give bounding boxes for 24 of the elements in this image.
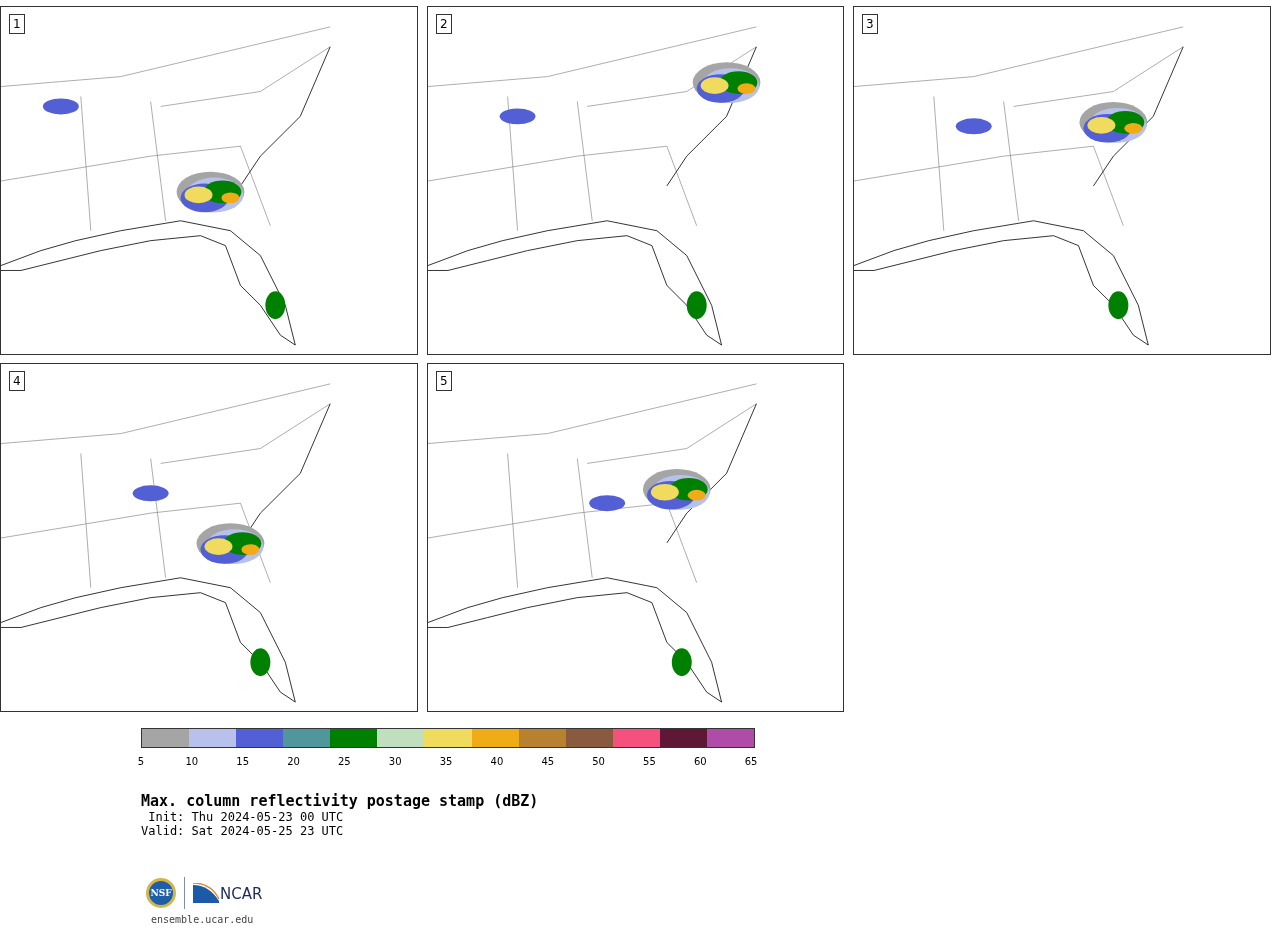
panel-number: 4 <box>9 371 25 391</box>
tick-label: 15 <box>236 755 250 769</box>
panel-number: 5 <box>436 371 452 391</box>
panel-number: 3 <box>862 14 878 34</box>
panel-number: 1 <box>9 14 25 34</box>
site-url: ensemble.ucar.edu <box>151 914 255 925</box>
tick-label: 65 <box>744 755 758 769</box>
tick-label: 40 <box>490 755 504 769</box>
tick-label: 50 <box>592 755 605 769</box>
tick-label: 10 <box>185 755 199 769</box>
tick-label: 30 <box>388 755 402 769</box>
valid-time: Valid: Sat 2024-05-25 23 UTC <box>141 824 345 838</box>
init-time: Init: Thu 2024-05-23 00 UTC <box>147 810 345 824</box>
tick-label: 55 <box>643 755 656 769</box>
tick-label: 35 <box>439 755 453 769</box>
nsf-logo: NSF <box>146 878 176 908</box>
tick-label: 20 <box>287 755 300 769</box>
tick-label: 60 <box>693 755 707 769</box>
panel-number: 2 <box>436 14 452 34</box>
tick-label: 5 <box>137 755 145 769</box>
ncar-logo: NCAR <box>193 883 263 903</box>
tick-label: 25 <box>338 755 351 769</box>
plot-title: Max. column reflectivity postage stamp (dBZ) <box>141 792 540 810</box>
tick-label: 45 <box>541 755 555 769</box>
